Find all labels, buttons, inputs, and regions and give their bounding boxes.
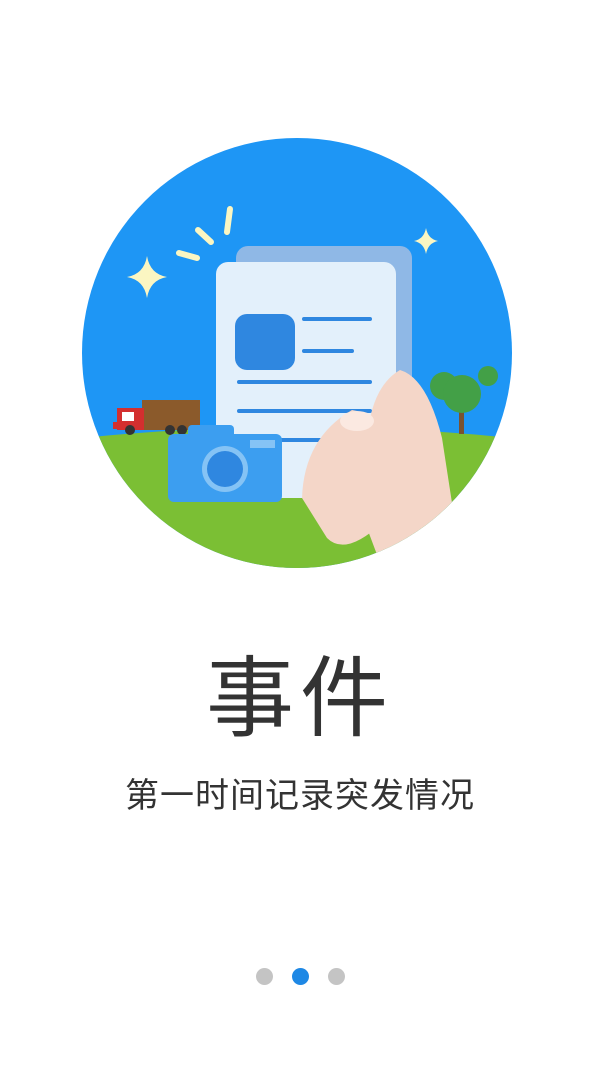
- page-title: 事件: [205, 647, 394, 750]
- page-dot-1[interactable]: [255, 968, 273, 985]
- page-dot-2-active[interactable]: [291, 968, 309, 985]
- camera-icon: [168, 425, 282, 502]
- page-dot-3[interactable]: [327, 968, 345, 985]
- onboarding-illustration: [82, 138, 512, 568]
- document-photo-icon: [235, 314, 295, 370]
- page-subtitle: 第一时间记录突发情况: [125, 776, 475, 816]
- page-indicator: [0, 968, 600, 985]
- thumbnail: [340, 411, 374, 431]
